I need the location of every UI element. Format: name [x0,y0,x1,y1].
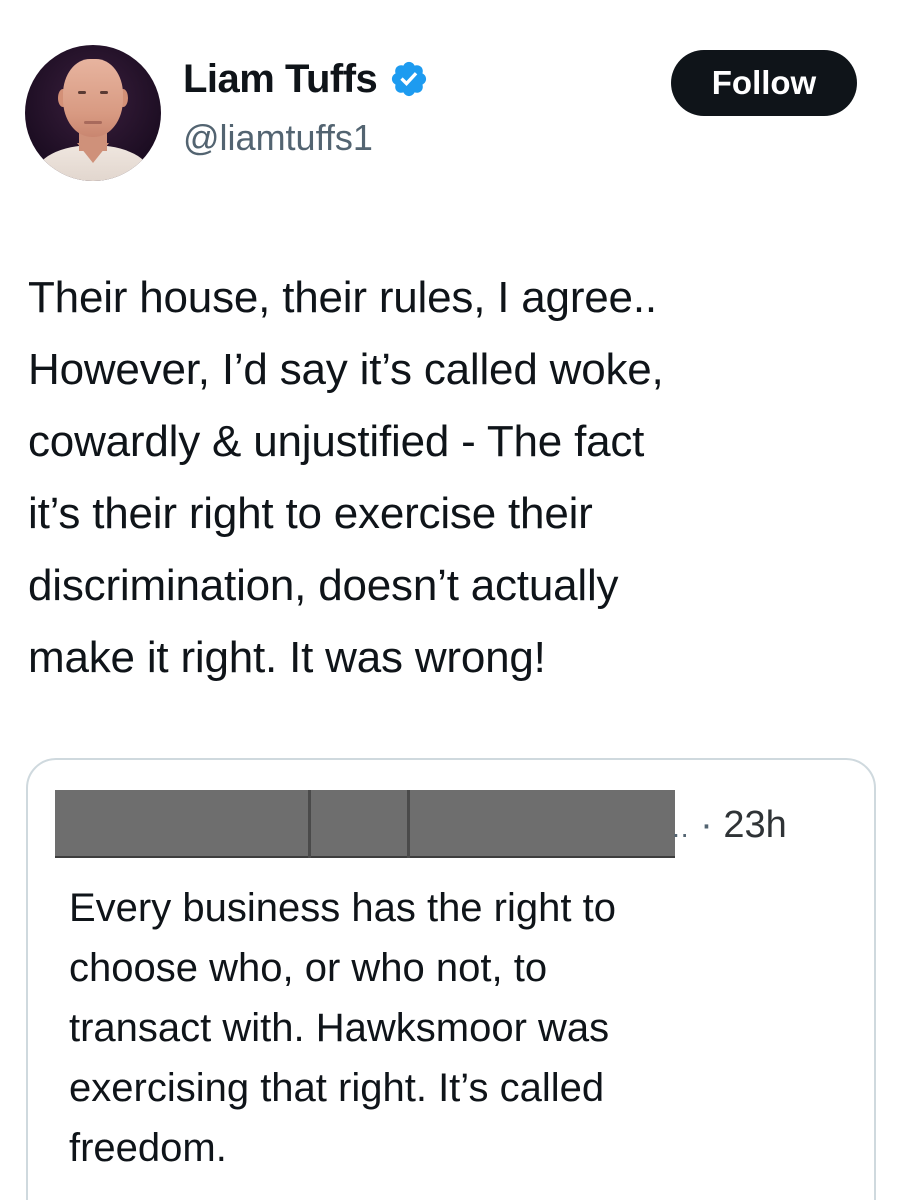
avatar-eye [78,91,86,94]
quoted-tweet-time[interactable]: 23h [723,804,786,846]
author-handle[interactable]: @liamtuffs1 [183,117,373,158]
author-display-name-row[interactable]: Liam Tuffs [183,56,429,102]
redaction-bar [55,790,311,858]
quoted-tweet-text: Every business has the right to choose w… [69,886,616,1170]
truncation-ellipsis: .. [672,812,690,843]
tweet-screenshot: Liam Tuffs @liamtuffs1 Follow Their hous… [0,0,904,1200]
redacted-author-block [55,790,675,858]
follow-button[interactable]: Follow [671,50,857,116]
author-display-name[interactable]: Liam Tuffs [183,56,378,102]
quoted-tweet-card[interactable]: .. · 23h Every business has the right to… [26,758,876,1200]
meta-separator: · [700,804,713,846]
tweet-text: Their house, their rules, I agree.. Howe… [28,273,664,682]
avatar-mouth [84,121,102,124]
avatar-head [63,59,123,137]
avatar[interactable] [25,45,161,181]
avatar-eye [100,91,108,94]
quoted-tweet-meta: .. · 23h [672,806,787,844]
verified-badge-icon [392,61,427,97]
redaction-bar [311,790,410,858]
redaction-bar [410,790,675,858]
